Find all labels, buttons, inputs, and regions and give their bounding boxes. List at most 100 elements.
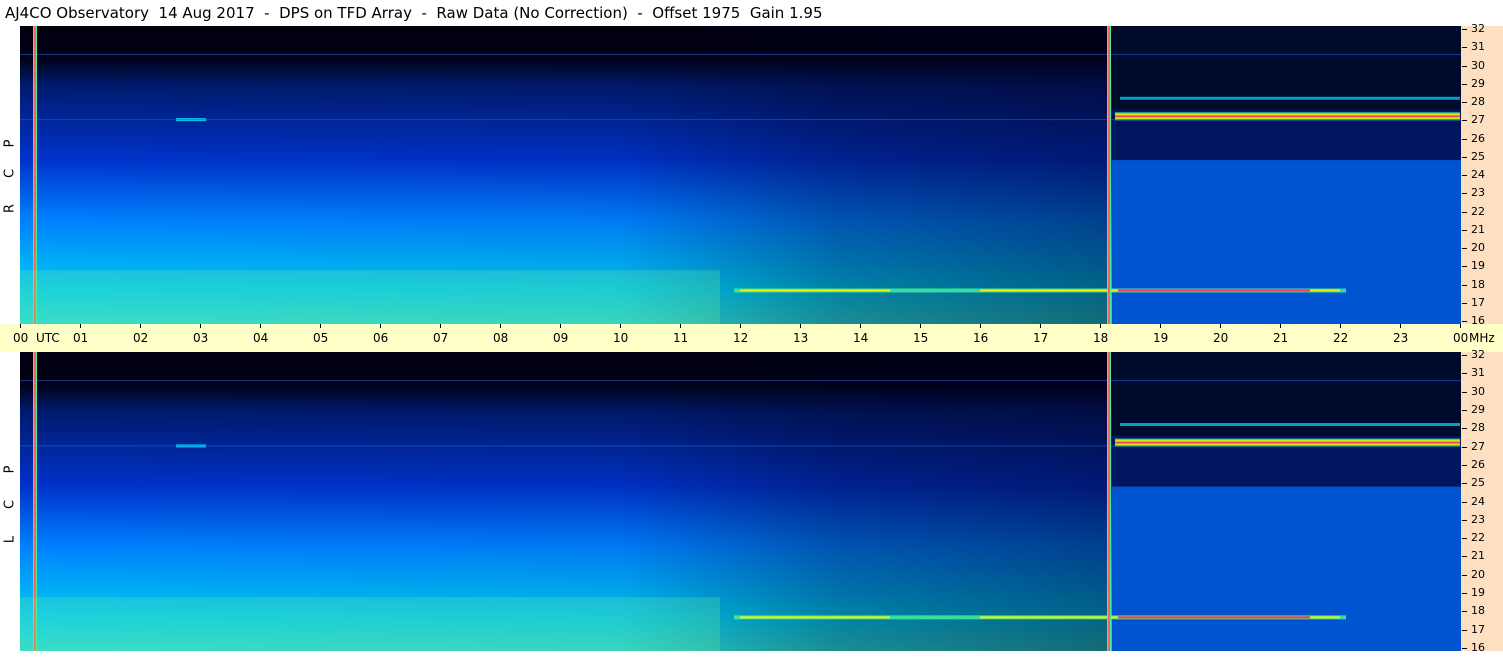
lcp-freq-tick	[1462, 483, 1467, 485]
utc-tick-label: 16	[973, 331, 989, 345]
rcp-freq-label: 21	[1471, 222, 1485, 236]
rcp-freq-label: 17	[1471, 295, 1485, 309]
rcp-freq-tick	[1462, 120, 1467, 122]
rcp-freq-tick	[1462, 156, 1467, 158]
utc-time-axis: 00 01 02 03 04 05 06 07 08 09 10 11 12 13 14 15 16 17 18 19…	[0, 324, 1503, 352]
rcp-freq-label: 28	[1471, 95, 1485, 108]
rcp-freq-label: 19	[1471, 259, 1485, 273]
rcp-freq-label: 25	[1471, 149, 1485, 163]
lcp-freq-tick	[1462, 648, 1467, 649]
utc-tick-mark	[620, 324, 621, 328]
utc-tick-label: 08	[493, 331, 509, 345]
chart-title: AJ4CO Observatory 14 Aug 2017 - DPS on T…	[5, 4, 823, 22]
utc-tick-mark	[1100, 324, 1101, 328]
utc-tick-mark	[680, 324, 681, 328]
lcp-label: P C L	[0, 352, 20, 651]
rcp-marker-18utc	[1108, 26, 1110, 324]
utc-tick-mark	[920, 324, 921, 328]
rcp-freq-tick	[1462, 211, 1467, 213]
lcp-freq-tick	[1462, 355, 1467, 356]
rcp-band-27mhz-2	[1115, 115, 1460, 118]
lcp-freq-tick	[1462, 501, 1467, 503]
utc-tick-mark	[740, 324, 741, 328]
rcp-freq-tick	[1462, 229, 1467, 231]
rcp-freq-tick	[1462, 29, 1467, 30]
utc-tick-label: 11	[673, 331, 689, 345]
lcp-freq-label: 25	[1471, 476, 1485, 490]
rcp-spectrogram	[20, 26, 1461, 324]
lcp-freq-label: 17	[1471, 622, 1485, 636]
utc-tick-mark	[860, 324, 861, 328]
lcp-freq-label: 22	[1471, 531, 1485, 545]
utc-unit-label: UTC	[36, 331, 60, 345]
utc-tick-label: 04	[253, 331, 269, 345]
utc-tick-mark	[440, 324, 441, 328]
utc-tick-label: 17	[1033, 331, 1049, 345]
rcp-freq-label: 26	[1471, 131, 1485, 145]
utc-tick-mark	[260, 324, 261, 328]
utc-tick-label: 20	[1213, 331, 1229, 345]
utc-tick-label: 06	[373, 331, 389, 345]
rcp-freq-tick	[1462, 47, 1467, 49]
rcp-freq-tick	[1462, 193, 1467, 195]
utc-tick-label: 18	[1093, 331, 1109, 345]
lcp-freq-tick	[1462, 446, 1467, 448]
utc-tick-mark	[380, 324, 381, 328]
rcp-freq-tick	[1462, 138, 1467, 140]
rcp-freq-label: 22	[1471, 204, 1485, 218]
utc-tick-mark	[1220, 324, 1221, 328]
lcp-freq-label: 19	[1471, 586, 1485, 600]
utc-tick-label: 22	[1333, 331, 1349, 345]
rcp-freq-tick	[1462, 302, 1467, 304]
utc-tick-label: 05	[313, 331, 329, 345]
lcp-freq-tick	[1462, 373, 1467, 375]
utc-tick-mark	[20, 324, 21, 328]
rcp-hline-0	[20, 119, 1461, 121]
rcp-freq-label: 18	[1471, 277, 1485, 291]
rcp-freq-tick	[1462, 284, 1467, 286]
lcp-freq-label: 23	[1471, 512, 1485, 526]
utc-tick-label: 23	[1393, 331, 1409, 345]
rcp-freq-label: 32	[1471, 22, 1485, 35]
lcp-band-27mhz-2	[1115, 441, 1460, 444]
lcp-freq-tick	[1462, 409, 1467, 411]
lcp-spectrogram	[20, 352, 1461, 651]
rcp-band-28mhz	[1120, 96, 1460, 100]
rcp-freq-label: 29	[1471, 76, 1485, 90]
rcp-label: P C R	[0, 26, 20, 324]
lcp-freq-label: 16	[1471, 641, 1485, 654]
utc-tick-label: 00	[1453, 331, 1469, 345]
lcp-freq-label: 26	[1471, 457, 1485, 471]
lcp-freq-label: 31	[1471, 366, 1485, 380]
lcp-hline-1	[20, 380, 1461, 382]
rcp-heatmap-svg	[20, 26, 1461, 324]
lcp-freq-label: 21	[1471, 549, 1485, 563]
utc-tick-label: 07	[433, 331, 449, 345]
mhz-unit-label: MHz	[1469, 331, 1495, 345]
utc-tick-mark	[80, 324, 81, 328]
lcp-heatmap-svg	[20, 352, 1461, 651]
utc-tick-label: 14	[853, 331, 869, 345]
lcp-freq-label: 24	[1471, 494, 1485, 508]
lcp-letter-c: C	[2, 499, 18, 510]
rcp-frequency-axis: 32 31 30 29 28 27 26 25 24 23 22 21 20 19 18 17 16	[1461, 22, 1503, 327]
utc-tick-label: 03	[193, 331, 209, 345]
lcp-freq-tick	[1462, 574, 1467, 576]
rcp-freq-label: 30	[1471, 58, 1485, 72]
utc-tick-mark	[140, 324, 141, 328]
lcp-freq-tick	[1462, 391, 1467, 393]
utc-tick-label: 13	[793, 331, 809, 345]
lcp-frequency-axis: 32 31 30 29 28 27 26 25 24 23 22 21 20 19 18 17 16	[1461, 348, 1503, 654]
utc-tick-mark	[1340, 324, 1341, 328]
rcp-freq-tick	[1462, 321, 1467, 322]
lcp-freq-label: 29	[1471, 402, 1485, 416]
lcp-freq-label: 32	[1471, 348, 1485, 361]
lcp-freq-label: 27	[1471, 439, 1485, 453]
utc-tick-label: 02	[133, 331, 149, 345]
utc-tick-label: 19	[1153, 331, 1169, 345]
utc-tick-mark	[200, 324, 201, 328]
lcp-freq-tick	[1462, 556, 1467, 558]
rcp-freq-tick	[1462, 266, 1467, 268]
lcp-low-band-glow	[20, 597, 720, 651]
lcp-freq-label: 30	[1471, 384, 1485, 398]
